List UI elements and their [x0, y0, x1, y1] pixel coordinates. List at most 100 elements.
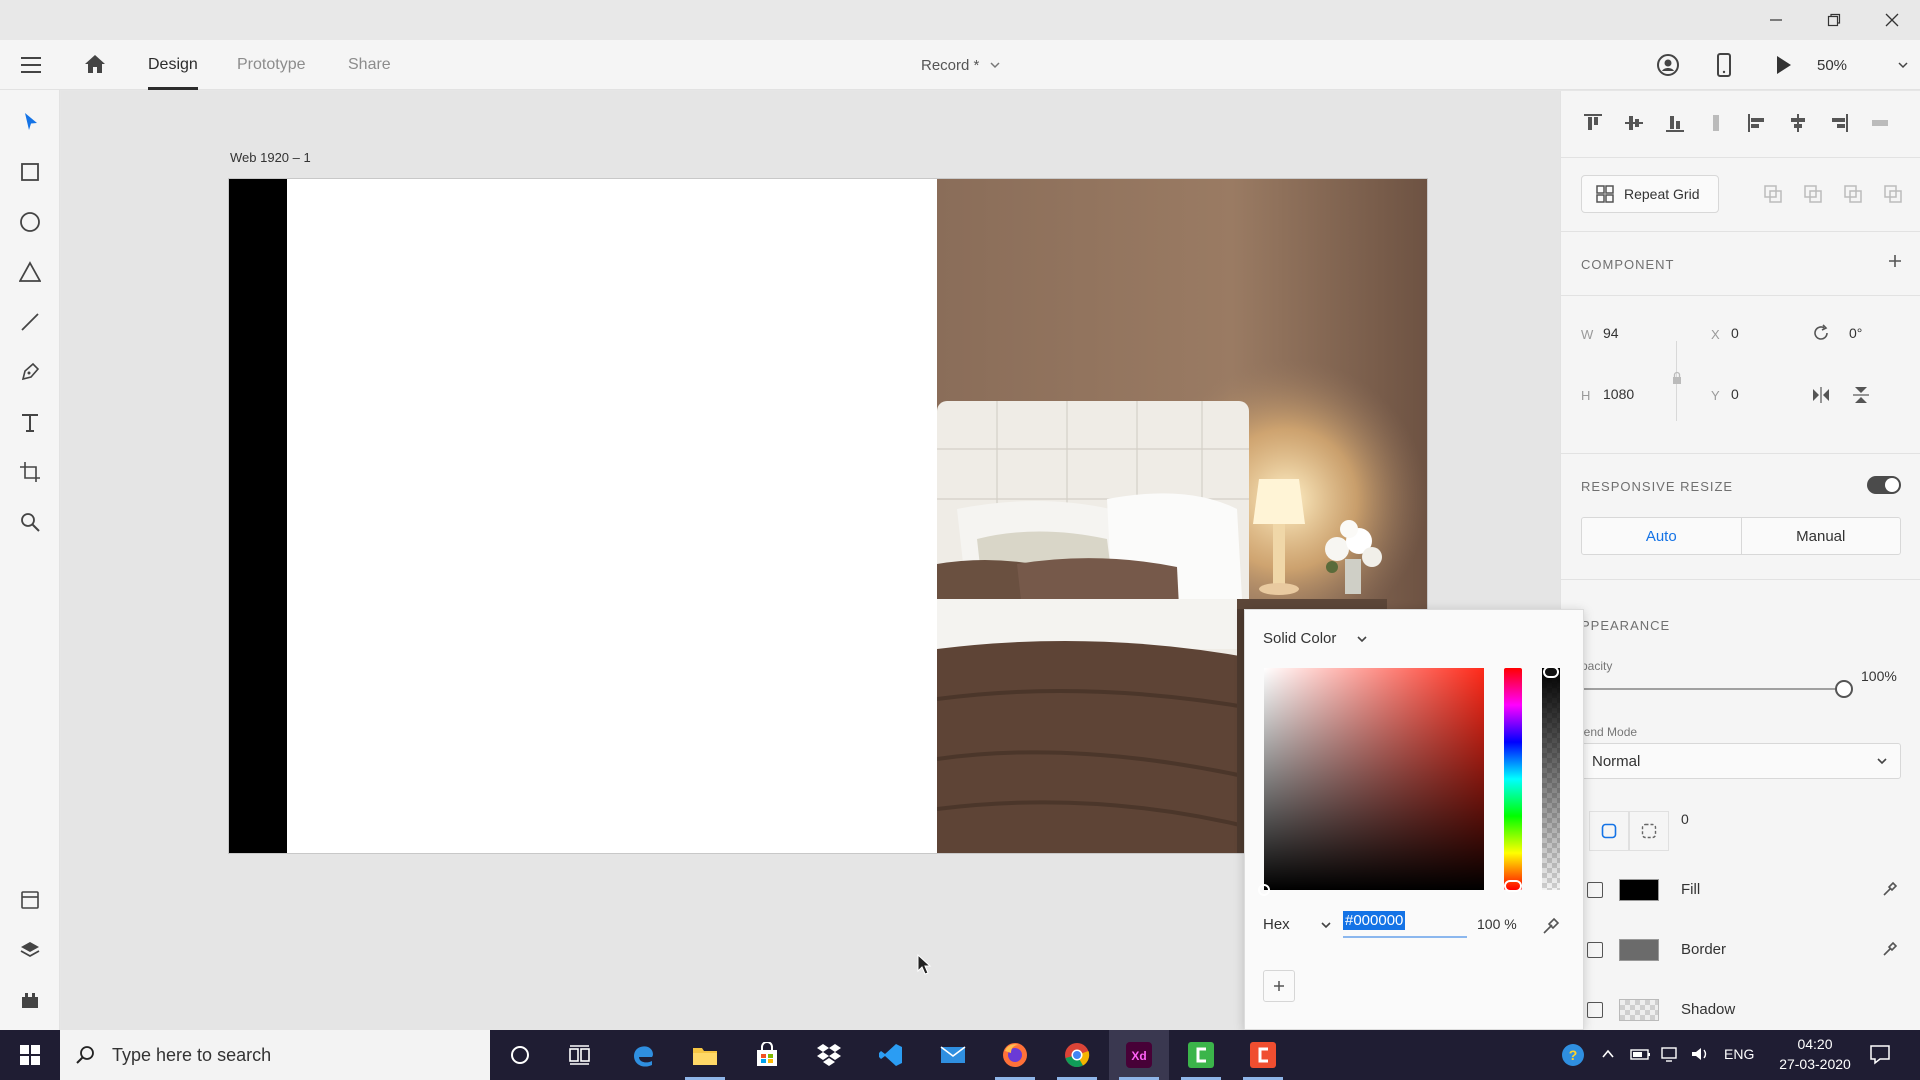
saturation-brightness-field[interactable]: [1258, 668, 1484, 896]
artboard-name-label[interactable]: Web 1920 – 1: [230, 150, 311, 165]
resize-manual-option[interactable]: Manual: [1742, 518, 1901, 554]
network-tray-icon[interactable]: [1660, 1045, 1680, 1063]
hex-input[interactable]: #000000: [1343, 911, 1467, 938]
taskbar-search-box[interactable]: Type here to search: [60, 1030, 490, 1080]
selected-black-rectangle[interactable]: [229, 179, 287, 853]
adobe-xd-app[interactable]: Xd: [1109, 1030, 1169, 1080]
boolean-add-icon[interactable]: [1763, 184, 1783, 204]
pen-tool[interactable]: [10, 352, 50, 392]
distribute-vertical-icon[interactable]: [1704, 111, 1728, 135]
dropbox-app[interactable]: [799, 1030, 859, 1080]
alpha-value[interactable]: 100 %: [1477, 916, 1517, 932]
file-explorer-app[interactable]: [675, 1030, 735, 1080]
opacity-slider-handle[interactable]: [1835, 680, 1853, 698]
tab-design[interactable]: Design: [148, 40, 198, 90]
task-view-button[interactable]: [550, 1030, 610, 1080]
alpha-slider[interactable]: [1542, 666, 1560, 890]
camtasia-app[interactable]: [1171, 1030, 1231, 1080]
line-tool[interactable]: [10, 302, 50, 342]
sv-handle[interactable]: [1258, 884, 1270, 896]
opacity-slider-track[interactable]: [1581, 688, 1843, 690]
responsive-resize-toggle[interactable]: [1867, 476, 1901, 494]
border-checkbox[interactable]: [1587, 942, 1603, 958]
input-language[interactable]: ENG: [1724, 1046, 1754, 1062]
hue-slider[interactable]: [1504, 668, 1522, 892]
layers-panel-button[interactable]: [10, 930, 50, 970]
align-middle-icon[interactable]: [1622, 111, 1646, 135]
artboard-tool[interactable]: [10, 452, 50, 492]
close-window-button[interactable]: [1864, 0, 1920, 40]
camtasia-recorder-app[interactable]: [1233, 1030, 1293, 1080]
home-button[interactable]: [82, 52, 108, 76]
width-field[interactable]: 94: [1603, 325, 1669, 342]
edge-browser-app[interactable]: [613, 1030, 673, 1080]
align-left-icon[interactable]: [1745, 111, 1769, 135]
fill-eyedropper-button[interactable]: [1881, 880, 1899, 898]
help-tray-icon[interactable]: ?: [1560, 1042, 1586, 1068]
align-bottom-icon[interactable]: [1663, 111, 1687, 135]
blend-mode-dropdown[interactable]: Normal: [1581, 743, 1901, 779]
border-color-swatch[interactable]: [1619, 939, 1659, 961]
volume-tray-icon[interactable]: [1690, 1045, 1712, 1063]
repeat-grid-button[interactable]: Repeat Grid: [1581, 175, 1719, 213]
align-top-icon[interactable]: [1581, 111, 1605, 135]
zoom-tool[interactable]: [10, 502, 50, 542]
fill-color-swatch[interactable]: [1619, 879, 1659, 901]
x-field[interactable]: 0: [1731, 325, 1797, 341]
hamburger-menu-button[interactable]: [18, 53, 44, 77]
mail-app[interactable]: [923, 1030, 983, 1080]
flip-vertical-button[interactable]: [1851, 385, 1871, 405]
restore-button[interactable]: [1806, 0, 1862, 40]
boolean-exclude-icon[interactable]: [1883, 184, 1903, 204]
resize-auto-option[interactable]: Auto: [1582, 518, 1742, 554]
document-title-dropdown[interactable]: Record *: [921, 40, 1001, 90]
vscode-app[interactable]: [861, 1030, 921, 1080]
fill-checkbox[interactable]: [1587, 882, 1603, 898]
align-right-icon[interactable]: [1827, 111, 1851, 135]
chrome-app[interactable]: [1047, 1030, 1107, 1080]
border-eyedropper-button[interactable]: [1881, 940, 1899, 958]
start-button[interactable]: [0, 1030, 60, 1080]
tab-share[interactable]: Share: [348, 40, 391, 90]
rectangle-tool[interactable]: [10, 152, 50, 192]
distribute-horizontal-icon[interactable]: [1868, 111, 1892, 135]
preview-play-button[interactable]: [1772, 53, 1794, 77]
flip-horizontal-button[interactable]: [1811, 385, 1831, 405]
add-swatch-button[interactable]: [1263, 970, 1295, 1002]
corner-radius-field[interactable]: 0: [1681, 811, 1741, 835]
share-link-button[interactable]: [1655, 52, 1681, 78]
boolean-subtract-icon[interactable]: [1803, 184, 1823, 204]
zoom-dropdown[interactable]: 50%: [1817, 40, 1917, 90]
shadow-color-swatch[interactable]: [1619, 999, 1659, 1021]
firefox-app[interactable]: [985, 1030, 1045, 1080]
corner-radius-all-button[interactable]: [1589, 811, 1629, 851]
polygon-tool[interactable]: [10, 252, 50, 292]
cortana-button[interactable]: [490, 1030, 550, 1080]
select-tool[interactable]: [10, 102, 50, 142]
ellipse-tool[interactable]: [10, 202, 50, 242]
plugins-panel-button[interactable]: [10, 980, 50, 1020]
rotation-field[interactable]: 0°: [1849, 325, 1899, 341]
height-field[interactable]: 1080: [1603, 386, 1669, 402]
text-tool[interactable]: [10, 402, 50, 442]
battery-tray-icon[interactable]: [1630, 1046, 1652, 1062]
tab-prototype[interactable]: Prototype: [237, 40, 305, 90]
microsoft-store-app[interactable]: [737, 1030, 797, 1080]
color-format-dropdown[interactable]: Hex: [1263, 916, 1332, 933]
alpha-slider-handle[interactable]: [1543, 666, 1559, 678]
hue-slider-handle[interactable]: [1504, 880, 1522, 892]
minimize-button[interactable]: [1748, 0, 1804, 40]
assets-panel-button[interactable]: [10, 880, 50, 920]
align-center-icon[interactable]: [1786, 111, 1810, 135]
opacity-value[interactable]: 100%: [1861, 668, 1897, 684]
picker-eyedropper-button[interactable]: [1541, 916, 1561, 936]
device-preview-button[interactable]: [1714, 52, 1734, 78]
color-mode-dropdown[interactable]: Solid Color: [1263, 630, 1368, 647]
show-hidden-icons-button[interactable]: [1600, 1046, 1616, 1062]
action-center-button[interactable]: [1868, 1043, 1892, 1067]
lock-aspect-button[interactable]: [1671, 371, 1683, 385]
corner-radius-individual-button[interactable]: [1629, 811, 1669, 851]
clock[interactable]: 04:20 27-03-2020: [1770, 1034, 1860, 1074]
shadow-checkbox[interactable]: [1587, 1002, 1603, 1018]
boolean-intersect-icon[interactable]: [1843, 184, 1863, 204]
